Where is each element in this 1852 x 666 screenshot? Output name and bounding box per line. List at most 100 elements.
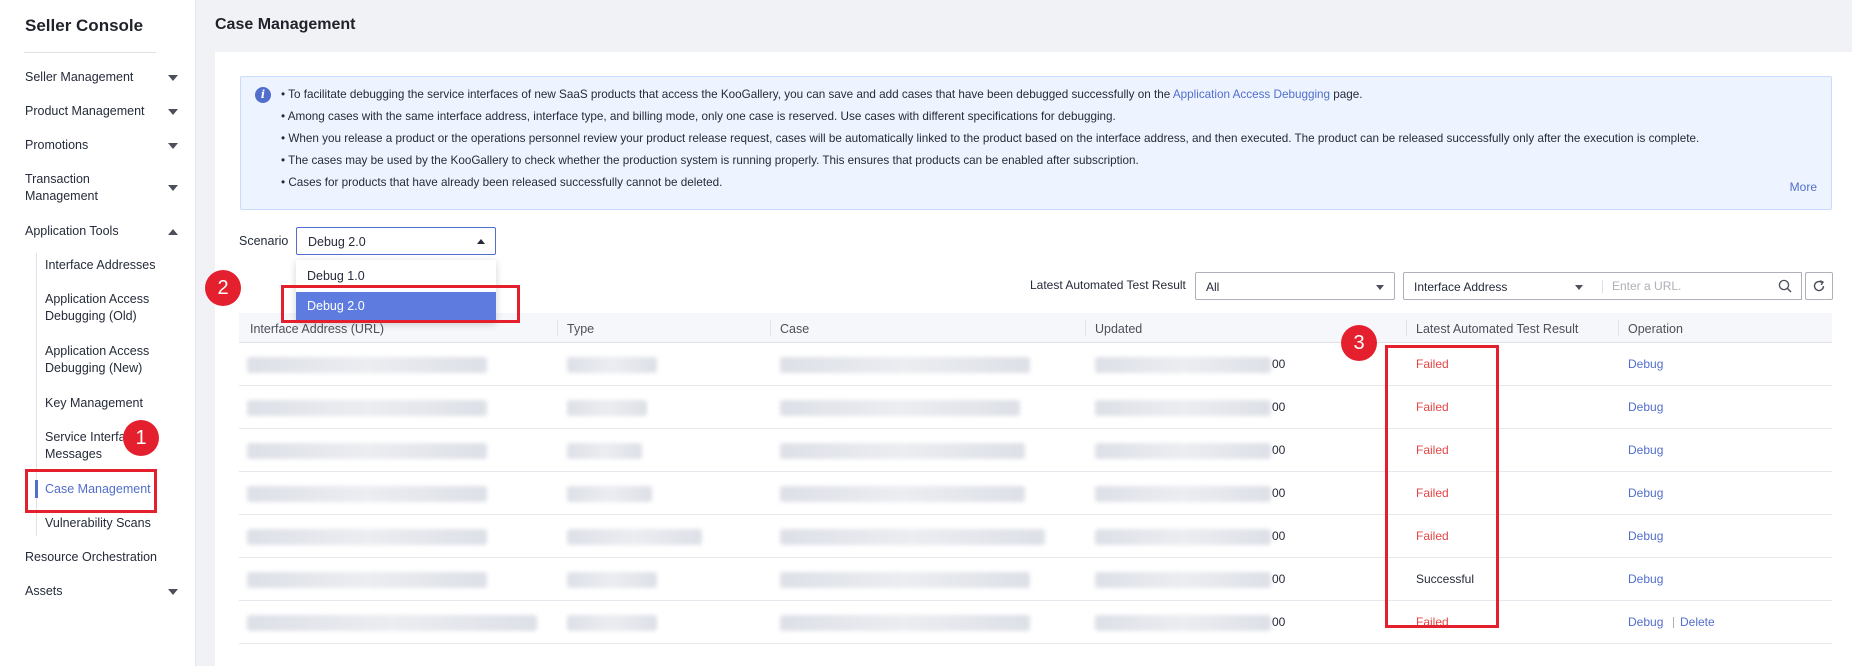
annotation-marker-1: 1 — [123, 420, 159, 456]
column-divider — [770, 320, 771, 336]
redacted-type — [567, 443, 642, 459]
updated-time-fragment: 00 — [1272, 443, 1286, 457]
delete-link[interactable]: Delete — [1680, 615, 1715, 629]
url-search-box — [1602, 272, 1802, 300]
table-row: 00 Failed Debug — [239, 386, 1832, 429]
redacted-url — [247, 529, 487, 545]
search-icon[interactable] — [1778, 279, 1792, 293]
latest-result-filter-select[interactable]: All — [1195, 272, 1395, 300]
column-divider — [1085, 320, 1086, 336]
address-type-select[interactable]: Interface Address — [1403, 272, 1603, 300]
notice-line-5: • Cases for products that have already b… — [281, 176, 723, 189]
redacted-type — [567, 615, 657, 631]
column-divider — [1406, 320, 1407, 336]
chevron-down-icon[interactable] — [168, 75, 178, 81]
redacted-url — [247, 572, 487, 588]
redacted-updated — [1095, 443, 1271, 459]
column-header-latest-result: Latest Automated Test Result — [1416, 322, 1579, 336]
column-header-type: Type — [567, 322, 595, 336]
updated-time-fragment: 00 — [1272, 529, 1286, 543]
address-type-value: Interface Address — [1414, 280, 1508, 294]
redacted-url — [247, 357, 487, 373]
chevron-up-icon[interactable] — [168, 229, 178, 235]
notice-line-3: • When you release a product or the oper… — [281, 132, 1700, 145]
annotation-marker-3: 3 — [1341, 325, 1377, 361]
column-header-updated: Updated — [1095, 322, 1143, 336]
redacted-updated — [1095, 486, 1271, 502]
column-header-case: Case — [780, 322, 810, 336]
table-row: 00 Failed Debug — [239, 343, 1832, 386]
sidebar-item-promotions[interactable]: Promotions — [25, 137, 185, 154]
sidebar-item-application-tools[interactable]: Application Tools — [25, 223, 185, 240]
redacted-updated — [1095, 357, 1271, 373]
page-title: Case Management — [215, 16, 356, 33]
redacted-type — [567, 357, 657, 373]
search-separator — [1602, 280, 1603, 293]
column-divider — [557, 320, 558, 336]
redacted-url — [247, 400, 487, 416]
redacted-updated — [1095, 529, 1271, 545]
updated-time-fragment: 00 — [1272, 615, 1286, 629]
scenario-label: Scenario — [239, 234, 289, 248]
redacted-case — [780, 486, 1025, 502]
sidebar-sub-key-management[interactable]: Key Management — [45, 395, 175, 412]
refresh-button[interactable] — [1805, 272, 1833, 300]
annotation-marker-2: 2 — [205, 270, 241, 306]
sidebar-sub-app-access-debugging-old[interactable]: Application Access Debugging (Old) — [45, 291, 160, 325]
table-row: 00 Failed Debug — [239, 472, 1832, 515]
sidebar-item-seller-management[interactable]: Seller Management — [25, 69, 185, 86]
redacted-type — [567, 486, 652, 502]
debug-link[interactable]: Debug — [1628, 529, 1663, 543]
sidebar-sub-app-access-debugging-new[interactable]: Application Access Debugging (New) — [45, 343, 160, 377]
table-row: 00 Failed Debug — [239, 429, 1832, 472]
column-header-operation: Operation — [1628, 322, 1683, 336]
updated-time-fragment: 00 — [1272, 400, 1286, 414]
url-search-input[interactable] — [1602, 272, 1802, 300]
debug-link[interactable]: Debug — [1628, 486, 1663, 500]
redacted-case — [780, 357, 1030, 373]
table-row: 00 Failed Debug Delete — [239, 601, 1832, 644]
chevron-down-icon[interactable] — [168, 185, 178, 191]
caret-down-icon — [1376, 285, 1384, 290]
debug-link[interactable]: Debug — [1628, 400, 1663, 414]
redacted-case — [780, 400, 1020, 416]
scenario-selected-value: Debug 2.0 — [308, 235, 366, 249]
sidebar-sub-vulnerability-scans[interactable]: Vulnerability Scans — [45, 515, 175, 532]
redacted-url — [247, 486, 487, 502]
table-row: 00 Successful Debug — [239, 558, 1832, 601]
annotation-box-1 — [25, 469, 157, 513]
redacted-type — [567, 400, 647, 416]
sidebar-sub-interface-addresses[interactable]: Interface Addresses — [45, 257, 175, 274]
annotation-box-3 — [1385, 345, 1499, 628]
chevron-down-icon[interactable] — [168, 143, 178, 149]
column-divider — [1618, 320, 1619, 336]
debug-link[interactable]: Debug — [1628, 615, 1663, 629]
redacted-case — [780, 443, 1025, 459]
caret-up-icon — [477, 239, 485, 244]
redacted-case — [780, 615, 1030, 631]
updated-time-fragment: 00 — [1272, 357, 1286, 371]
notice-line-4: • The cases may be used by the KooGaller… — [281, 154, 1139, 167]
sidebar-item-transaction-management[interactable]: Transaction Management — [25, 171, 140, 205]
debug-link[interactable]: Debug — [1628, 443, 1663, 457]
scenario-select[interactable]: Debug 2.0 — [296, 227, 496, 255]
application-access-debugging-link[interactable]: Application Access Debugging — [1173, 88, 1330, 101]
notice-text: page. — [1330, 88, 1363, 101]
debug-link[interactable]: Debug — [1628, 357, 1663, 371]
sidebar-item-assets[interactable]: Assets — [25, 583, 185, 600]
redacted-case — [780, 572, 1030, 588]
chevron-down-icon[interactable] — [168, 109, 178, 115]
table-row: 00 Failed Debug — [239, 515, 1832, 558]
info-notice: i • To facilitate debugging the service … — [240, 76, 1832, 210]
refresh-icon — [1813, 280, 1825, 292]
more-link[interactable]: More — [1790, 180, 1817, 194]
updated-time-fragment: 00 — [1272, 486, 1286, 500]
debug-link[interactable]: Debug — [1628, 572, 1663, 586]
sidebar: Seller Console Seller Management Product… — [0, 0, 196, 666]
latest-result-filter-label: Latest Automated Test Result — [1030, 278, 1186, 292]
redacted-updated — [1095, 615, 1271, 631]
chevron-down-icon[interactable] — [168, 589, 178, 595]
sidebar-item-resource-orchestration[interactable]: Resource Orchestration — [25, 549, 185, 566]
latest-result-filter-value: All — [1206, 280, 1220, 294]
sidebar-item-product-management[interactable]: Product Management — [25, 103, 185, 120]
